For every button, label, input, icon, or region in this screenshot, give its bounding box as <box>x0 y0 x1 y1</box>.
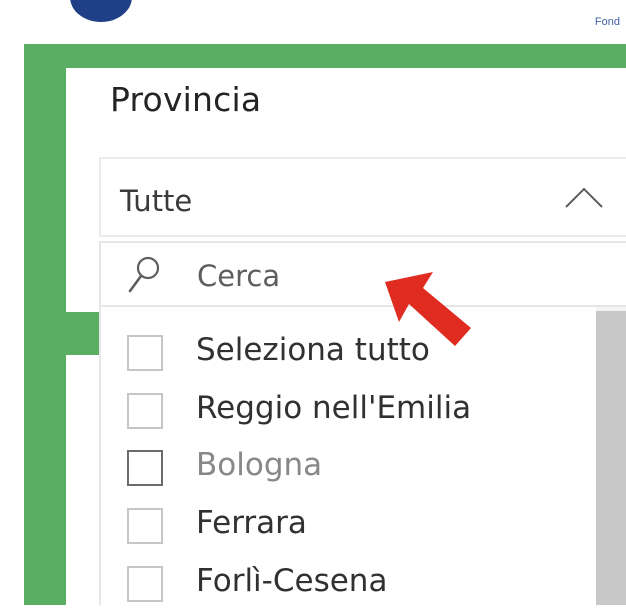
checkbox[interactable] <box>127 335 163 371</box>
checkbox[interactable] <box>127 393 163 429</box>
checkbox[interactable] <box>127 508 163 544</box>
province-dropdown[interactable]: Tutte <box>99 157 626 237</box>
scrollbar[interactable] <box>596 307 626 605</box>
list-items: Seleziona tutto Reggio nell'Emilia Bolog… <box>101 307 598 605</box>
search-icon <box>128 256 160 293</box>
list-item-seleziona-tutto[interactable]: Seleziona tutto <box>101 329 598 385</box>
slicer-title: Provincia <box>110 80 262 119</box>
list-item-label: Bologna <box>196 447 323 483</box>
list-item-ferrara[interactable]: Ferrara <box>101 502 598 558</box>
checkbox[interactable] <box>127 566 163 602</box>
list-item-label: Reggio nell'Emilia <box>196 390 472 426</box>
scrollbar-thumb[interactable] <box>596 311 626 605</box>
list-item-forli-cesena[interactable]: Forlì-Cesena <box>101 560 598 616</box>
checkbox[interactable] <box>127 450 163 486</box>
search-box[interactable] <box>99 241 626 307</box>
top-bar: Fond <box>0 0 626 44</box>
list-item-bologna[interactable]: Bologna <box>101 444 598 500</box>
province-list: Seleziona tutto Reggio nell'Emilia Bolog… <box>99 307 626 605</box>
red-arrow-pointer-icon <box>385 272 471 346</box>
logo <box>70 0 132 22</box>
list-item-label: Ferrara <box>196 505 307 541</box>
dropdown-selected-value: Tutte <box>120 184 193 218</box>
list-item-label: Forlì-Cesena <box>196 563 388 599</box>
chevron-up-icon[interactable] <box>564 181 604 211</box>
header-partial-text: Fond <box>594 16 620 28</box>
list-item-reggio-emilia[interactable]: Reggio nell'Emilia <box>101 387 598 443</box>
